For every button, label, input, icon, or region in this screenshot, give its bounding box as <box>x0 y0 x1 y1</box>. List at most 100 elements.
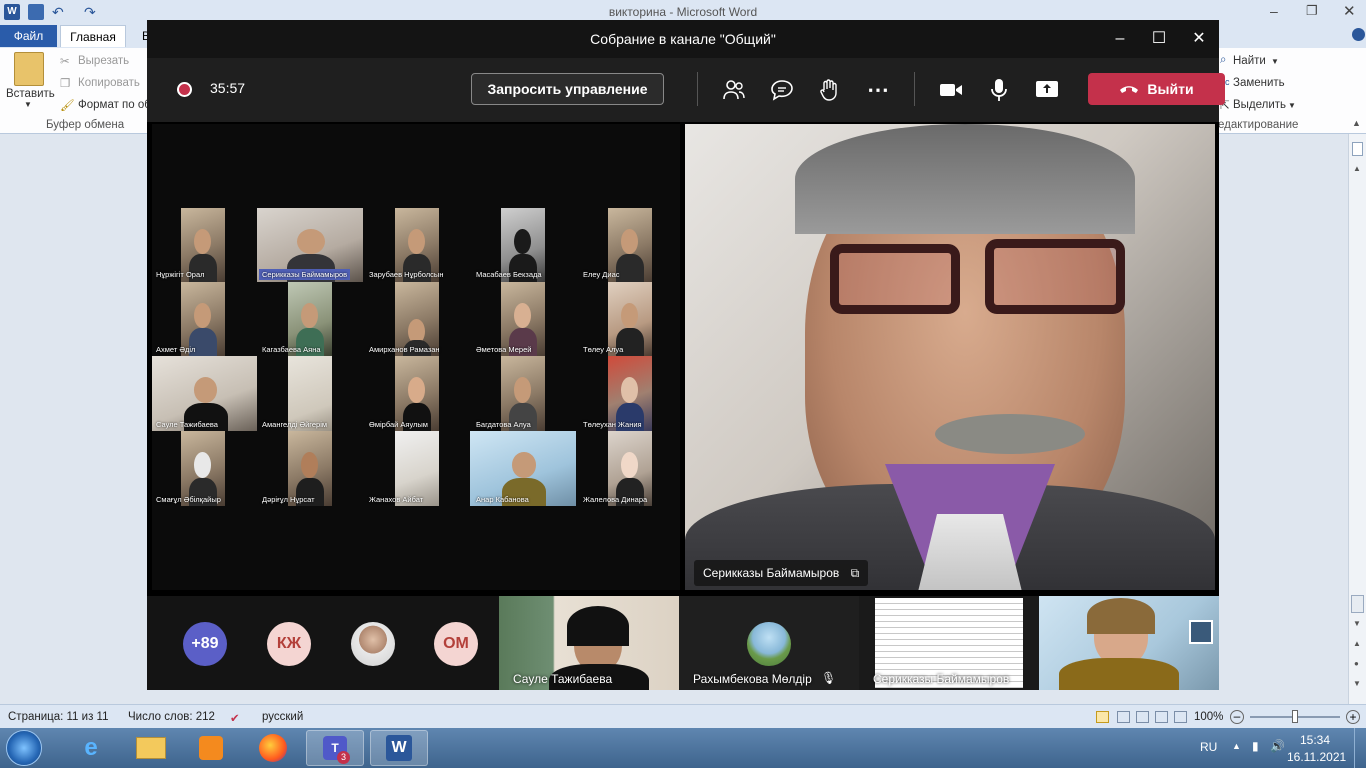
teams-notification-badge: 3 <box>337 751 350 764</box>
speaker-mustache <box>935 414 1085 454</box>
toolbar-divider <box>914 72 915 106</box>
copy-button[interactable]: Копировать <box>78 77 140 89</box>
request-control-button[interactable]: Запросить управление <box>471 73 664 105</box>
raise-hand-icon[interactable] <box>815 76 843 104</box>
paste-dropdown-icon[interactable]: ▼ <box>24 100 32 109</box>
participant-name: Дәріғұл Нұрсат <box>262 495 315 504</box>
hang-up-icon <box>1120 86 1139 93</box>
participant-name: Амангелді Әйгерім <box>262 420 328 429</box>
participant-name: Рахымбекова Мөлдір <box>693 672 812 686</box>
scroll-up-icon[interactable]: ▲ <box>1353 164 1361 173</box>
scroll-down-icon[interactable]: ▼ <box>1353 619 1361 628</box>
avatar[interactable] <box>351 622 395 666</box>
participant-gallery[interactable]: Нұржігіт Орал Серикказы Баймамыров Заруб… <box>152 124 680 590</box>
status-words[interactable]: Число слов: 212 <box>128 711 215 723</box>
avatar-initials[interactable]: КЖ <box>267 622 311 666</box>
zoom-out-icon[interactable]: – <box>1230 710 1244 724</box>
microphone-icon[interactable] <box>985 76 1013 104</box>
full-screen-icon[interactable] <box>1117 711 1130 723</box>
taskbar-word-icon[interactable]: W <box>370 730 428 766</box>
participant-name: Нұржігіт Орал <box>156 270 205 279</box>
teams-titlebar: Собрание в канале "Общий" – ☐ ✕ <box>147 20 1219 58</box>
teams-close-button[interactable]: ✕ <box>1188 28 1210 50</box>
cut-icon: ✂ <box>60 56 70 68</box>
teams-maximize-button[interactable]: ☐ <box>1148 28 1170 50</box>
meeting-timer: 35:57 <box>210 80 246 96</box>
select-button[interactable]: Выделить <box>1233 99 1286 111</box>
zoom-slider-thumb[interactable] <box>1292 710 1298 723</box>
zoom-in-icon[interactable]: + <box>1346 710 1360 724</box>
tray-arrow-icon[interactable]: ▲ <box>1232 741 1241 751</box>
clock-time[interactable]: 15:34 <box>1300 733 1330 747</box>
status-language[interactable]: русский <box>262 711 303 723</box>
speaker-hair <box>795 124 1135 234</box>
participant-hair <box>1087 598 1155 634</box>
tab-file[interactable]: Файл <box>0 25 57 47</box>
spellcheck-icon[interactable]: ✔ <box>230 711 240 725</box>
more-actions-icon[interactable]: ⋯ <box>864 76 892 104</box>
browse-object-icon[interactable]: ● <box>1354 659 1359 668</box>
paste-icon[interactable] <box>14 52 44 86</box>
draft-icon[interactable] <box>1174 711 1187 723</box>
paste-button[interactable]: Вставить <box>6 88 55 100</box>
outline-icon[interactable] <box>1155 711 1168 723</box>
participants-icon[interactable] <box>720 76 748 104</box>
taskbar-media-icon[interactable] <box>182 730 240 766</box>
copy-icon: ❐ <box>60 78 71 90</box>
screen-share-icon: ⧉ <box>850 566 860 580</box>
main-speaker-video[interactable]: Серикказы Баймамыров ⧉ <box>685 124 1215 590</box>
collapse-ribbon-icon[interactable]: ▲ <box>1352 118 1361 128</box>
word-window-title: викторина - Microsoft Word <box>608 5 758 19</box>
participant-name: Зарубаев Нұрболсын <box>369 270 444 279</box>
taskbar-ie-icon[interactable]: e <box>62 730 120 766</box>
word-close-button[interactable]: ✕ <box>1343 2 1356 20</box>
start-button[interactable] <box>6 730 42 766</box>
find-button[interactable]: Найти <box>1233 55 1266 67</box>
next-page-icon[interactable]: ▼ <box>1353 679 1361 688</box>
clock-date[interactable]: 16.11.2021 <box>1287 750 1346 764</box>
zoom-level[interactable]: 100% <box>1194 711 1223 723</box>
tab-home[interactable]: Главная <box>60 25 126 47</box>
prev-page-icon[interactable]: ▲ <box>1353 639 1361 648</box>
participant-name: Смағұл Әбілқайыр <box>156 495 221 504</box>
main-speaker-label: Серикказы Баймамыров <box>703 566 840 580</box>
taskbar-firefox-icon[interactable] <box>244 730 302 766</box>
replace-button[interactable]: Заменить <box>1233 77 1285 89</box>
ruler-toggle-icon[interactable] <box>1352 142 1363 156</box>
taskbar-explorer-icon[interactable] <box>122 730 180 766</box>
screen-share-tile[interactable]: Серикказы Баймамыров <box>859 596 1039 690</box>
cut-button[interactable]: Вырезать <box>78 55 129 67</box>
chat-icon[interactable] <box>768 76 796 104</box>
editing-group-label: едактирование <box>1218 119 1299 131</box>
select-dropdown-icon[interactable]: ▼ <box>1288 101 1296 110</box>
more-participants-button[interactable]: +89 <box>183 622 227 666</box>
participant-name: Елеу Диас <box>583 270 620 279</box>
video-tile[interactable]: Сауле Тажибаева <box>499 596 679 690</box>
word-restore-button[interactable]: ❐ <box>1306 3 1318 19</box>
video-tile[interactable] <box>1039 596 1219 690</box>
format-painter-button[interactable]: Формат по об <box>78 99 151 111</box>
help-icon[interactable] <box>1352 28 1365 41</box>
participant-name: Кагазбаева Аяна <box>262 345 321 354</box>
leave-meeting-button[interactable]: Выйти <box>1088 73 1225 105</box>
volume-icon[interactable]: 🔊 <box>1270 739 1285 753</box>
share-screen-icon[interactable] <box>1033 76 1061 104</box>
show-desktop-button[interactable] <box>1354 728 1366 768</box>
taskbar-teams-icon[interactable]: T 3 <box>306 730 364 766</box>
status-page[interactable]: Страница: 11 из 11 <box>8 711 108 723</box>
web-layout-icon[interactable] <box>1136 711 1149 723</box>
camera-icon[interactable] <box>937 76 965 104</box>
recording-icon <box>177 82 192 97</box>
scroll-thumb[interactable] <box>1351 595 1364 613</box>
word-vertical-scrollbar[interactable]: ▲ ▼ ▲ ● ▼ <box>1348 134 1366 704</box>
participant-name: Сауле Тажибаева <box>156 420 218 429</box>
network-icon[interactable]: ▮ <box>1252 739 1259 753</box>
avatar-initials[interactable]: ОМ <box>434 622 478 666</box>
video-tile[interactable]: Рахымбекова Мөлдір 🎙 <box>679 596 859 690</box>
word-minimize-button[interactable]: – <box>1270 3 1278 19</box>
taskbar-language[interactable]: RU <box>1200 740 1217 754</box>
teams-minimize-button[interactable]: – <box>1109 28 1131 50</box>
main-speaker-name: Серикказы Баймамыров ⧉ <box>694 560 869 586</box>
print-layout-icon[interactable] <box>1096 711 1109 723</box>
find-dropdown-icon[interactable]: ▼ <box>1271 57 1279 66</box>
